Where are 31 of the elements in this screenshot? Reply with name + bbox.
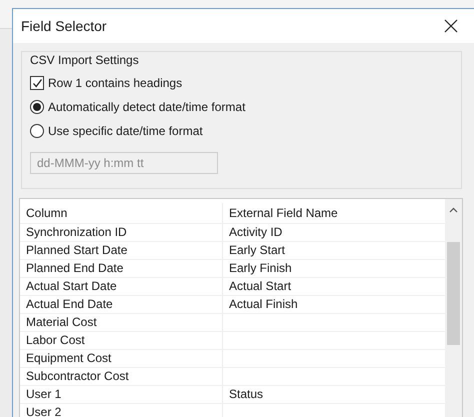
table-cell: Actual Finish (222, 296, 429, 313)
window-title: Field Selector (21, 18, 107, 34)
scroll-up-icon[interactable] (449, 207, 458, 213)
scroll-thumb[interactable] (447, 242, 460, 345)
checkbox-label: Row 1 contains headings (48, 76, 182, 90)
table-cell: Early Start (222, 242, 429, 259)
table-cell-text: Synchronization ID (25, 224, 128, 241)
table-cell-text: Material Cost (25, 314, 98, 331)
table-cell-text: Equipment Cost (25, 350, 112, 367)
radio-label: Automatically detect date/time format (48, 100, 246, 114)
radio-label: Use specific date/time format (48, 124, 203, 138)
radio-button[interactable] (30, 124, 44, 138)
column-header[interactable]: External Field Name (222, 203, 429, 223)
column-header[interactable]: Column (20, 203, 222, 223)
table-cell-text: Actual End Date (25, 296, 114, 313)
table-cell-text: User 1 (25, 386, 62, 403)
table-cell: Activity ID (222, 224, 429, 241)
table-cell-text: Labor Cost (25, 332, 86, 349)
radio-button[interactable] (30, 100, 44, 114)
table-cell: Early Finish (222, 260, 429, 277)
table-cell-text: Planned End Date (25, 260, 124, 277)
table-cell-text: Subcontractor Cost (25, 368, 130, 385)
table-cell: Status (222, 386, 429, 403)
table-cell: Actual Start (222, 278, 429, 295)
table-cell-text: Actual Start Date (25, 278, 118, 295)
scrollbar[interactable] (445, 199, 462, 417)
close-icon (444, 19, 458, 33)
table-cell-text: User 2 (25, 404, 62, 417)
table-cell-text: Planned Start Date (25, 242, 128, 259)
checkbox[interactable] (30, 76, 44, 90)
checkmark-icon (32, 78, 42, 88)
